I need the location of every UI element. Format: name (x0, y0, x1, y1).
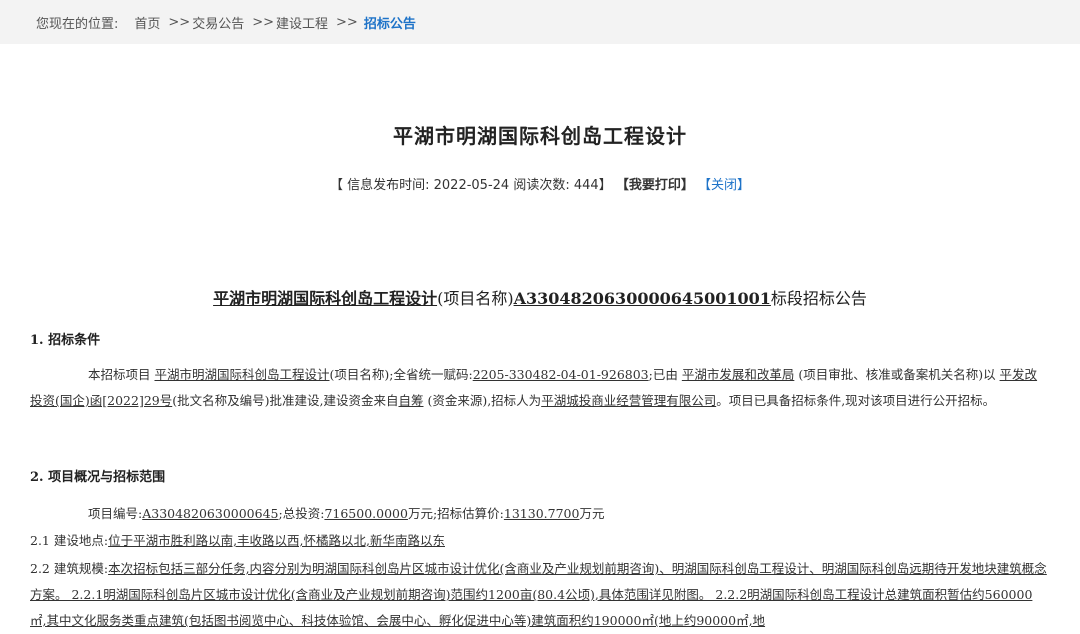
section-2-1: 2.1 建设地点:位于平湖市胜利路以南,丰收路以西,怀橘路以北,新华南路以东 (30, 528, 1048, 554)
s1-text-1: 本招标项目 (88, 367, 155, 382)
section-2-line-1: 项目编号:A3304820630000645;总投资:716500.0000万元… (30, 501, 1048, 527)
publish-date: 2022-05-24 (433, 178, 510, 193)
breadcrumb-current-tender-notice[interactable]: 招标公告 (364, 13, 416, 32)
breadcrumb-construction-link[interactable]: 建设工程 (276, 13, 328, 32)
s2-2-label: 2.2 建筑规模: (30, 561, 109, 576)
s2-2-scale-text: 本次招标包括三部分任务,内容分别为明湖国际科创岛片区城市设计优化(含商业及产业规… (30, 561, 1047, 628)
section-2-2: 2.2 建筑规模:本次招标包括三部分任务,内容分别为明湖国际科创岛片区城市设计优… (30, 556, 1048, 634)
meta-close-bracket: 】 (598, 178, 612, 193)
close-button[interactable]: 【关闭】 (698, 178, 750, 193)
notice-section-code: A3304820630000645001001 (513, 289, 771, 308)
page-title: 平湖市明湖国际科创岛工程设计 (393, 124, 687, 148)
s2-invest-label: ;总投资: (278, 506, 325, 521)
s2-estimated-price: 13130.7700 (503, 506, 580, 521)
section-1-heading: 1. 招标条件 (30, 333, 101, 348)
s2-price-label: 万元;招标估算价: (407, 506, 504, 521)
s1-text-6: (资金来源),招标人为 (423, 393, 542, 408)
breadcrumb-separator: >> (336, 14, 358, 30)
print-button[interactable]: 【我要打印】 (616, 178, 694, 193)
breadcrumb-prefix: 您现在的位置: (36, 16, 119, 32)
s1-text-7: 。项目已具备招标条件,现对该项目进行公开招标。 (716, 393, 996, 408)
section-1-paragraph: 本招标项目 平湖市明湖国际科创岛工程设计(项目名称);全省统一赋码:2205-3… (30, 362, 1048, 414)
breadcrumb-separator: >> (252, 14, 275, 30)
notice-suffix: 标段招标公告 (770, 289, 867, 308)
s1-tenderer: 平湖城投商业经营管理有限公司 (541, 393, 717, 408)
s1-text-3: ;已由 (648, 367, 682, 382)
notice-name-note: (项目名称) (437, 289, 514, 308)
s2-project-no: A3304820630000645 (142, 506, 279, 521)
publish-label: 信息发布时间: (347, 178, 430, 193)
section-2-heading: 2. 项目概况与招标范围 (30, 470, 166, 485)
s2-1-location: 位于平湖市胜利路以南,丰收路以西,怀橘路以北,新华南路以东 (108, 533, 445, 548)
s2-unit: 万元 (579, 506, 605, 521)
s1-text-4: (项目审批、核准或备案机关名称)以 (794, 367, 1000, 382)
views-label: 阅读次数: (513, 178, 570, 193)
s2-project-no-label: 项目编号: (88, 506, 143, 521)
s1-text-2: (项目名称);全省统一赋码: (329, 367, 473, 382)
notice-project-name: 平湖市明湖国际科创岛工程设计 (213, 289, 438, 308)
article-meta: 【 信息发布时间: 2022-05-24 阅读次数: 444】 【我要打印】 【… (0, 174, 1080, 193)
meta-open-bracket: 【 (329, 178, 343, 193)
s1-unified-code: 2205-330482-04-01-926803 (472, 367, 649, 382)
s1-approval-org: 平湖市发展和改革局 (681, 367, 795, 382)
breadcrumb: 您现在的位置: 首页 >> 交易公告 >> 建设工程 >> 招标公告 (0, 0, 1080, 44)
breadcrumb-home-link[interactable]: 首页 (134, 13, 160, 32)
s2-total-investment: 716500.0000 (324, 506, 408, 521)
s2-1-label: 2.1 建设地点: (30, 533, 109, 548)
notice-heading: 平湖市明湖国际科创岛工程设计(项目名称)A3304820630000645001… (0, 285, 1080, 309)
s1-text-5: (批文名称及编号)批准建设,建设资金来自 (172, 393, 399, 408)
view-count: 444 (573, 178, 599, 193)
breadcrumb-separator: >> (168, 14, 191, 30)
s1-project-name: 平湖市明湖国际科创岛工程设计 (154, 367, 330, 382)
breadcrumb-trade-notice-link[interactable]: 交易公告 (192, 13, 244, 32)
s1-fund-source: 自筹 (398, 393, 424, 408)
